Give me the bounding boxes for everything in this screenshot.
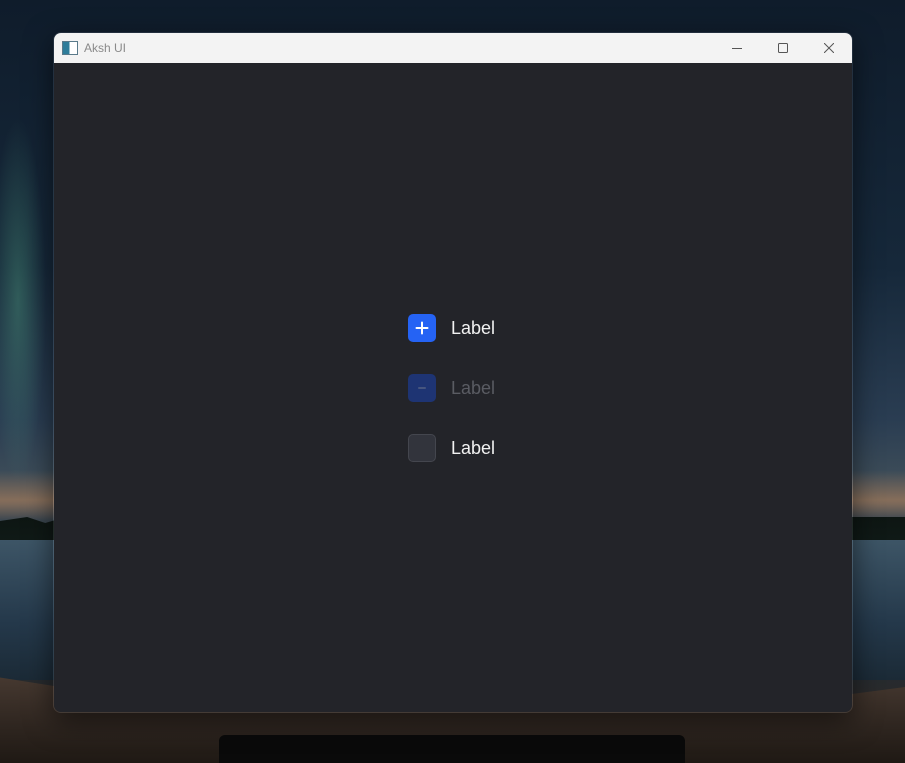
taskbar [219, 735, 685, 763]
checkbox-indeterminate-disabled: Label [408, 374, 495, 402]
checkbox-box-checked[interactable] [408, 314, 436, 342]
title-bar[interactable]: Aksh UI [54, 33, 852, 63]
checkbox-unchecked[interactable]: Label [408, 434, 495, 462]
close-icon [824, 43, 834, 53]
window-title: Aksh UI [84, 41, 127, 55]
window-content: Label Label Label [54, 63, 852, 712]
close-button[interactable] [806, 33, 852, 63]
checkbox-box-indeterminate [408, 374, 436, 402]
app-window: Aksh UI Label Label Label [53, 32, 853, 713]
plus-icon [415, 321, 429, 335]
checkbox-box-unchecked[interactable] [408, 434, 436, 462]
checkbox-label: Label [451, 318, 496, 338]
minimize-icon [732, 48, 742, 49]
checkbox-checked[interactable]: Label [408, 314, 495, 342]
checkbox-label: Label [451, 378, 496, 398]
minimize-button[interactable] [714, 33, 760, 63]
maximize-icon [778, 43, 788, 53]
app-window-icon [62, 41, 78, 55]
minus-icon [418, 387, 426, 389]
checkbox-label: Label [451, 438, 496, 458]
maximize-button[interactable] [760, 33, 806, 63]
caption-buttons [714, 33, 852, 63]
